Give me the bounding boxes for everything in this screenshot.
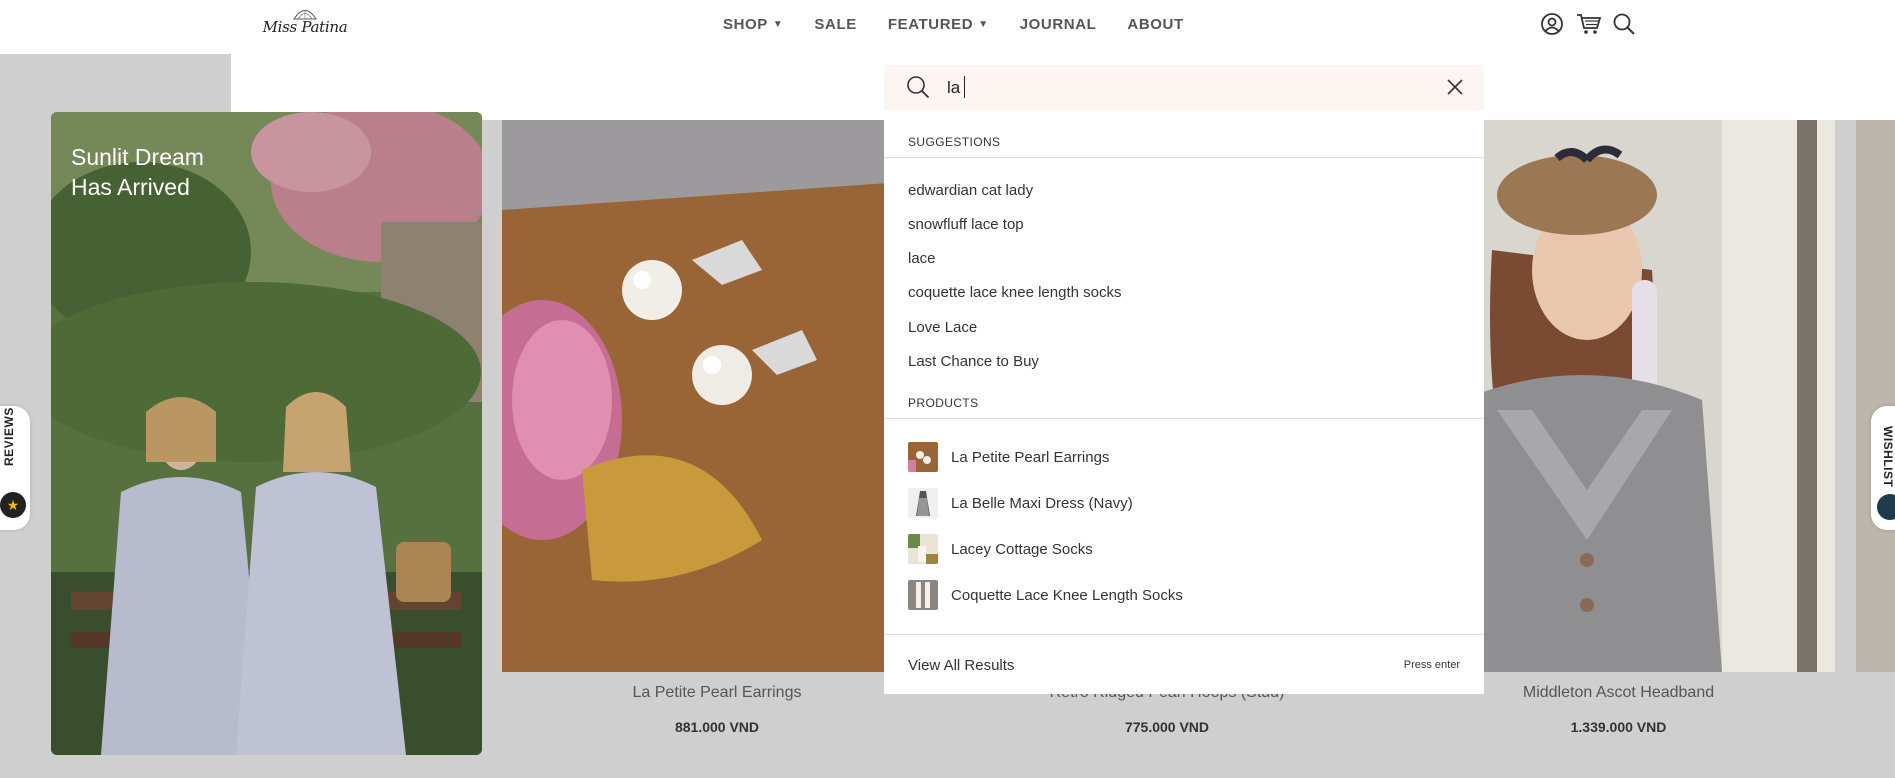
wishlist-tab-label: WISHLIST — [1881, 426, 1895, 488]
product-result-name: La Belle Maxi Dress (Navy) — [951, 494, 1133, 512]
product-result-name: La Petite Pearl Earrings — [951, 448, 1110, 466]
hero-line-2: Has Arrived — [71, 174, 190, 200]
reviews-tab[interactable]: REVIEWS ★ — [0, 406, 30, 530]
logo-text: Miss Patina — [262, 18, 348, 36]
product-thumbnail — [908, 534, 938, 564]
caret-down-icon: ▼ — [772, 19, 784, 30]
nav-item-journal[interactable]: JOURNAL — [1020, 16, 1097, 33]
wishlist-tab[interactable]: WISHLIST — [1871, 406, 1895, 530]
divider — [884, 157, 1484, 158]
close-icon[interactable] — [1446, 78, 1464, 101]
search-bar — [884, 65, 1484, 110]
product-price: 775.000 VND — [1124, 719, 1210, 735]
product-result-name: Coquette Lace Knee Length Socks — [951, 586, 1183, 604]
product-image-partial — [1856, 120, 1895, 672]
divider — [884, 634, 1484, 635]
suggestion-item[interactable]: Love Lace — [908, 319, 977, 336]
nav-item-label: ABOUT — [1127, 16, 1184, 33]
nav-item-featured[interactable]: FEATURED ▼ — [888, 16, 989, 33]
nav-item-label: JOURNAL — [1019, 16, 1097, 33]
hero-banner[interactable]: Sunlit Dream Has Arrived — [51, 112, 482, 755]
account-icon[interactable] — [1540, 12, 1563, 36]
products-heading: PRODUCTS — [908, 396, 979, 410]
search-input[interactable] — [947, 76, 1407, 100]
star-icon: ★ — [0, 492, 26, 518]
product-thumbnail — [908, 488, 938, 518]
suggestion-item[interactable]: lace — [908, 250, 936, 267]
search-icon[interactable] — [1612, 12, 1635, 36]
suggestion-item[interactable]: Last Chance to Buy — [908, 353, 1039, 370]
nav-item-sale[interactable]: SALE — [814, 16, 856, 33]
caret-down-icon: ▼ — [978, 19, 989, 30]
search-icon[interactable] — [906, 75, 930, 104]
reviews-tab-label: REVIEWS — [2, 407, 16, 466]
product-result[interactable]: La Belle Maxi Dress (Navy) — [908, 488, 1133, 518]
main-nav: SHOP ▼ SALE FEATURED ▼ JOURNAL ABOUT — [723, 16, 1215, 33]
view-all-results-link[interactable]: View All Results — [908, 657, 1014, 674]
product-result-name: Lacey Cottage Socks — [951, 540, 1093, 558]
product-thumbnail — [908, 580, 938, 610]
nav-item-shop[interactable]: SHOP ▼ — [723, 16, 783, 33]
hero-line-1: Sunlit Dream — [71, 144, 204, 170]
product-card-image[interactable] — [502, 120, 932, 672]
text-cursor — [964, 76, 965, 98]
nav-item-label: FEATURED — [887, 16, 974, 33]
product-thumbnail — [908, 442, 938, 472]
product-result[interactable]: Coquette Lace Knee Length Socks — [908, 580, 1183, 610]
nav-item-label: SALE — [814, 16, 857, 33]
product-title[interactable]: La Petite Pearl Earrings — [502, 684, 932, 702]
suggestion-item[interactable]: coquette lace knee length socks — [908, 284, 1121, 301]
hero-garden-image — [51, 112, 482, 755]
heart-icon — [1877, 494, 1895, 520]
divider — [884, 418, 1484, 419]
suggestion-item[interactable]: snowfluff lace top — [908, 216, 1024, 233]
pearl-earrings-image — [502, 120, 932, 672]
logo[interactable]: Miss Patina — [262, 6, 348, 46]
press-enter-hint: Press enter — [1403, 659, 1460, 671]
site-header: Miss Patina SHOP ▼ SALE FEATURED ▼ JOURN… — [0, 0, 1895, 54]
header-icons — [1540, 12, 1635, 36]
search-dropdown: SUGGESTIONS edwardian cat lady snowfluff… — [884, 120, 1484, 694]
product-result[interactable]: La Petite Pearl Earrings — [908, 442, 1109, 472]
hero-headline: Sunlit Dream Has Arrived — [71, 142, 204, 202]
cart-icon[interactable] — [1576, 12, 1602, 36]
suggestions-heading: SUGGESTIONS — [908, 135, 1001, 149]
product-price: 881.000 VND — [674, 719, 760, 735]
product-card-image[interactable] — [1856, 120, 1895, 672]
product-price: 1.339.000 VND — [1570, 719, 1667, 735]
nav-item-label: SHOP — [723, 16, 768, 33]
product-result[interactable]: Lacey Cottage Socks — [908, 534, 1093, 564]
suggestion-item[interactable]: edwardian cat lady — [908, 182, 1033, 199]
nav-item-about[interactable]: ABOUT — [1127, 16, 1183, 33]
